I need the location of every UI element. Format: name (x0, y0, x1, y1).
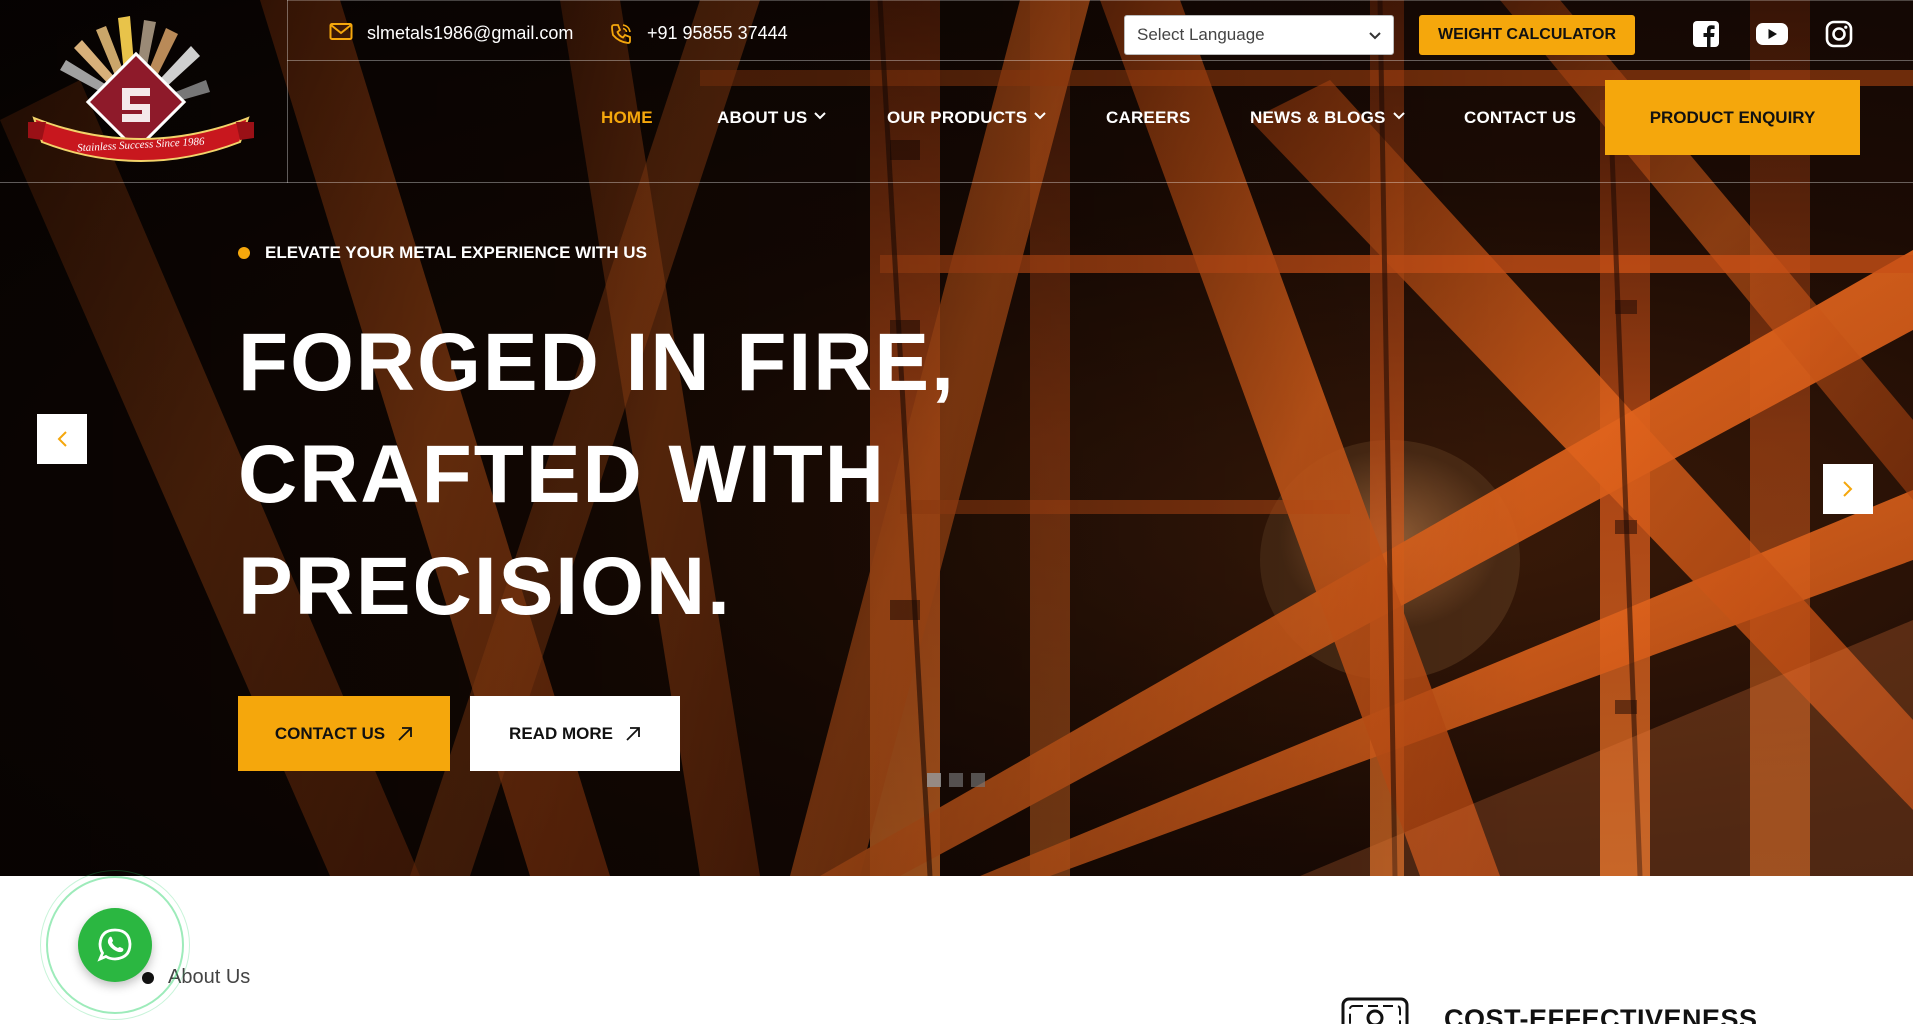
slider-prev-button[interactable] (37, 414, 87, 464)
nav-contact-label: CONTACT US (1464, 108, 1577, 127)
arrow-up-right-icon (625, 726, 641, 742)
slider-next-button[interactable] (1823, 464, 1873, 514)
nav-careers[interactable]: CAREERS (1106, 104, 1191, 132)
header-divider-top (287, 0, 1913, 1)
whatsapp-widget (40, 870, 190, 1020)
hero-contact-button[interactable]: CONTACT US (238, 696, 450, 771)
chevron-down-icon (1369, 27, 1381, 43)
slider-dot-2[interactable] (949, 773, 963, 787)
language-select[interactable]: Select Language (1124, 15, 1394, 55)
slider-dot-1[interactable] (927, 773, 941, 787)
money-icon (1340, 994, 1410, 1024)
hero-tagline-text: ELEVATE YOUR METAL EXPERIENCE WITH US (265, 243, 647, 262)
phone-text: +91 95855 37444 (647, 22, 788, 43)
hero-headline: FORGED IN FIRE, CRAFTED WITH PRECISION. (238, 307, 1038, 643)
email-link[interactable]: slmetals1986@gmail.com (329, 20, 573, 46)
nav-contact-us[interactable]: CONTACT US (1464, 104, 1576, 132)
site-header: Stainless Success Since 1986 slmetals198… (0, 0, 1913, 183)
chevron-left-icon (57, 431, 67, 447)
chevron-down-icon (814, 111, 827, 123)
phone-icon (609, 22, 635, 44)
company-logo[interactable]: Stainless Success Since 1986 (26, 10, 256, 175)
weight-calculator-button[interactable]: WEIGHT CALCULATOR (1419, 15, 1635, 55)
header-divider-vertical (287, 0, 288, 183)
chevron-right-icon (1843, 481, 1853, 497)
hero-contact-label: CONTACT US (274, 723, 386, 743)
mail-icon (329, 22, 355, 44)
chevron-down-icon (1034, 111, 1047, 123)
tagline-dot-icon (238, 247, 250, 259)
nav-careers-label: CAREERS (1106, 108, 1191, 127)
chevron-down-icon (1392, 111, 1405, 123)
headline-line-2: CRAFTED WITH (238, 429, 887, 520)
nav-news-label: NEWS & BLOGS (1250, 108, 1386, 127)
phone-link[interactable]: +91 95855 37444 (609, 20, 788, 46)
instagram-icon[interactable] (1822, 17, 1856, 51)
feature-title: COST-EFFECTIVENESS (1444, 1004, 1758, 1024)
hero-read-more-label: READ MORE (509, 723, 613, 743)
slider-dot-3[interactable] (971, 773, 985, 787)
headline-line-1: FORGED IN FIRE, (238, 317, 956, 408)
nav-about-us[interactable]: ABOUT US (717, 104, 827, 132)
nav-home-label: HOME (601, 108, 653, 127)
nav-products-label: OUR PRODUCTS (887, 108, 1028, 127)
arrow-up-right-icon (397, 726, 413, 742)
facebook-icon[interactable] (1689, 17, 1723, 51)
header-divider-middle (287, 60, 1913, 61)
whatsapp-icon (97, 928, 132, 962)
headline-line-3: PRECISION. (238, 541, 732, 632)
nav-our-products[interactable]: OUR PRODUCTS (887, 104, 1047, 132)
nav-news-blogs[interactable]: NEWS & BLOGS (1250, 104, 1405, 132)
nav-home[interactable]: HOME (601, 104, 653, 132)
hero-tagline: ELEVATE YOUR METAL EXPERIENCE WITH US (238, 243, 647, 263)
email-text: slmetals1986@gmail.com (367, 22, 574, 43)
whatsapp-button[interactable] (78, 908, 152, 982)
product-enquiry-button[interactable]: PRODUCT ENQUIRY (1605, 80, 1860, 155)
logo-emblem-icon: Stainless Success Since 1986 (28, 16, 254, 162)
youtube-icon[interactable] (1755, 17, 1789, 51)
language-select-value: Select Language (1137, 25, 1265, 44)
nav-about-label: ABOUT US (717, 108, 808, 127)
hero-read-more-button[interactable]: READ MORE (470, 696, 680, 771)
slider-pagination (927, 773, 985, 787)
